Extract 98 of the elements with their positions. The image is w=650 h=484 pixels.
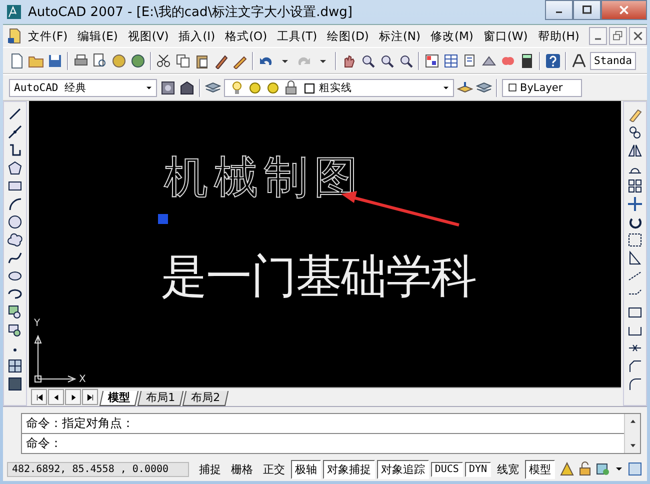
layer-dropdown[interactable]: 粗实线 [224, 78, 454, 96]
table-icon[interactable] [443, 52, 459, 68]
document-icon[interactable] [7, 28, 23, 44]
chamfer-icon[interactable] [627, 358, 643, 374]
status-toggle-button[interactable]: 对象追踪 [376, 460, 429, 478]
ucs-axis-icon [34, 334, 76, 382]
status-toggle-button[interactable]: 栅格 [226, 460, 257, 478]
cloud-icon[interactable] [7, 232, 23, 248]
status-toggle-button[interactable]: 捕捉 [194, 460, 225, 478]
close-icon[interactable] [632, 30, 644, 42]
layer-previous-icon[interactable] [457, 80, 473, 96]
previous-tab-button[interactable] [48, 389, 64, 405]
warning-icon[interactable] [559, 461, 575, 477]
magnifier-page-icon[interactable] [92, 52, 108, 68]
zoom-icon[interactable] [398, 52, 414, 68]
y-axis-label: Y [34, 318, 40, 329]
spline-icon[interactable] [7, 250, 23, 266]
maximize-icon[interactable] [581, 4, 593, 16]
scrollbar[interactable] [624, 414, 640, 453]
menu-item[interactable]: 绘图(D) [322, 26, 374, 46]
layers-icon[interactable] [205, 80, 221, 96]
color-dropdown[interactable]: ByLayer [502, 78, 582, 96]
close-button[interactable] [601, 0, 647, 20]
brush-icon[interactable] [213, 52, 229, 68]
status-toggle-button[interactable]: 正交 [258, 460, 289, 478]
calculator-icon[interactable] [519, 52, 535, 68]
menu-item[interactable]: 格式(O) [220, 26, 272, 46]
previous-icon[interactable] [52, 392, 60, 402]
status-toggle-button[interactable]: 对象捕捉 [322, 460, 375, 478]
mirror-icon[interactable] [627, 142, 643, 158]
zoom-icon[interactable] [360, 52, 376, 68]
drawing-text[interactable]: 是一门基础学科 [161, 253, 476, 299]
window-title: AutoCAD 2007 - [E:\我的cad\标注文字大小设置.dwg] [28, 4, 354, 21]
grip-handle[interactable] [158, 214, 168, 224]
make-block-icon[interactable] [7, 322, 23, 338]
line-icon[interactable] [7, 106, 23, 122]
paste-icon[interactable] [194, 52, 210, 68]
restore-icon[interactable] [612, 30, 624, 42]
menu-item[interactable]: 视图(V) [122, 26, 174, 46]
polyline-icon[interactable] [7, 142, 23, 158]
copy-icon[interactable] [175, 52, 191, 68]
menu-item[interactable]: 编辑(E) [72, 26, 123, 46]
file-icon[interactable] [9, 52, 25, 68]
workspace-dropdown[interactable]: AutoCAD 经典 [9, 78, 157, 96]
minimize-button[interactable] [545, 0, 573, 20]
autocad-logo-icon [6, 4, 22, 20]
menu-item[interactable]: 修改(M) [426, 26, 478, 46]
drawing-canvas[interactable]: 机械制图 是一门基础学科 Y X [29, 101, 621, 387]
close-button[interactable] [629, 27, 647, 45]
layout-tab[interactable]: 模型 [99, 391, 139, 406]
status-toggle-button[interactable]: 模型 [525, 460, 555, 478]
insert-block-icon[interactable] [7, 304, 23, 320]
lock-icon[interactable] [283, 80, 299, 96]
status-toggle-button[interactable]: 极轴 [290, 460, 321, 478]
scissors-icon[interactable] [156, 52, 172, 68]
last-tab-button[interactable] [82, 389, 98, 405]
first-icon[interactable] [34, 392, 44, 402]
building-icon[interactable] [179, 80, 195, 96]
maximize-button[interactable] [573, 0, 601, 20]
menu-item[interactable]: 窗口(W) [478, 26, 533, 46]
circle-icon[interactable] [7, 214, 23, 230]
command-line: 命令： [22, 433, 624, 453]
status-toggle-button[interactable]: DUCS [430, 462, 463, 476]
properties-icon[interactable] [424, 52, 440, 68]
first-tab-button[interactable] [31, 389, 47, 405]
array-icon[interactable] [627, 178, 643, 194]
layout-tab[interactable]: 布局2 [182, 391, 229, 406]
zoom-icon[interactable] [379, 52, 395, 68]
copy-object-icon[interactable] [627, 124, 643, 140]
last-icon[interactable] [86, 392, 94, 402]
color-square-icon [507, 82, 518, 93]
fillet-icon[interactable] [627, 376, 643, 392]
save-icon[interactable] [47, 52, 63, 68]
menu-item[interactable]: 文件(F) [23, 26, 73, 46]
layout-tab[interactable]: 布局1 [137, 391, 184, 406]
x-axis-label: X [79, 374, 86, 385]
coordinates-display: 482.6892, 85.4558 , 0.0000 [7, 462, 189, 476]
move-icon[interactable] [627, 196, 643, 212]
menu-item[interactable]: 标注(N) [374, 26, 426, 46]
text-style-icon[interactable] [571, 52, 587, 68]
text-style-field[interactable]: Standa [590, 52, 636, 70]
drawing-text[interactable]: 机械制图 [164, 156, 364, 200]
layers-icon[interactable] [476, 80, 492, 96]
status-toggle-button[interactable]: DYN [464, 462, 491, 476]
hatch-icon[interactable] [7, 358, 23, 374]
menu-item[interactable]: 工具(T) [272, 26, 322, 46]
help-icon[interactable] [545, 52, 561, 68]
lock-icon[interactable] [577, 461, 593, 477]
construction-line-icon[interactable] [7, 124, 23, 140]
menu-item[interactable]: 插入(I) [174, 26, 220, 46]
printer-icon[interactable] [73, 52, 89, 68]
status-toggle-button[interactable]: 线宽 [493, 460, 523, 478]
restore-button[interactable] [609, 27, 627, 45]
polygon-icon[interactable] [7, 160, 23, 176]
command-line: 命令：指定对角点： [25, 415, 135, 432]
arc-icon[interactable] [7, 196, 23, 212]
menu-item[interactable]: 帮助(H) [532, 26, 584, 46]
next-tab-button[interactable] [65, 389, 81, 405]
